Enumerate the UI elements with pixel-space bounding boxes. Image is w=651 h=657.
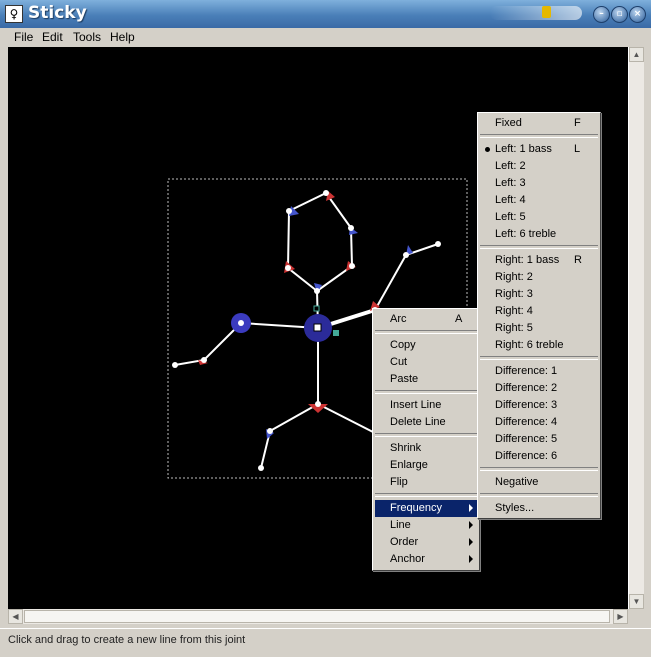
checked-bullet-icon xyxy=(485,147,490,152)
menu-item-difference-4[interactable]: Difference: 4 xyxy=(480,414,598,431)
scroll-down-arrow[interactable]: ▼ xyxy=(629,594,644,609)
left-forearm-line[interactable] xyxy=(174,322,242,366)
control-point-handle[interactable] xyxy=(333,330,339,336)
title-bar[interactable]: ♀ Sticky – ▫ × xyxy=(0,0,651,29)
menu-item-right-2[interactable]: Right: 2 xyxy=(480,269,598,286)
menu-item-copy[interactable]: Copy xyxy=(375,337,477,354)
vertical-scrollbar[interactable]: ▲ ▼ xyxy=(628,47,644,609)
menu-separator xyxy=(480,245,598,249)
scroll-right-arrow[interactable]: ▶ xyxy=(613,609,628,624)
menu-item-left-2[interactable]: Left: 2 xyxy=(480,158,598,175)
scroll-left-arrow[interactable]: ◀ xyxy=(8,609,23,624)
menu-item-difference-2[interactable]: Difference: 2 xyxy=(480,380,598,397)
minimize-button[interactable]: – xyxy=(593,6,610,23)
joint[interactable] xyxy=(403,252,409,258)
menu-item-left-3[interactable]: Left: 3 xyxy=(480,175,598,192)
menu-item-arc[interactable]: Arc A xyxy=(375,311,477,328)
joint[interactable] xyxy=(348,225,354,231)
menu-item-right-6[interactable]: Right: 6 treble xyxy=(480,337,598,354)
control-point-handle[interactable] xyxy=(313,305,320,312)
submenu-arrow-icon xyxy=(469,521,473,529)
menu-separator xyxy=(480,356,598,360)
menu-item-left-5[interactable]: Left: 5 xyxy=(480,209,598,226)
menu-separator xyxy=(375,330,477,334)
joint[interactable] xyxy=(285,265,291,271)
menu-item-difference-1[interactable]: Difference: 1 xyxy=(480,363,598,380)
joint[interactable] xyxy=(201,357,207,363)
menu-tools[interactable]: Tools xyxy=(73,30,101,44)
menu-item-cut[interactable]: Cut xyxy=(375,354,477,371)
title-decoration xyxy=(490,6,582,20)
menu-item-difference-5[interactable]: Difference: 5 xyxy=(480,431,598,448)
menu-item-line[interactable]: Line xyxy=(375,517,477,534)
menu-item-left-1[interactable]: Left: 1 bass L xyxy=(480,141,598,158)
close-button[interactable]: × xyxy=(629,6,646,23)
menu-item-flip[interactable]: Flip xyxy=(375,474,477,491)
menu-item-enlarge[interactable]: Enlarge xyxy=(375,457,477,474)
joint[interactable] xyxy=(315,401,321,407)
menu-item-difference-6[interactable]: Difference: 6 xyxy=(480,448,598,465)
selected-joint-handle[interactable] xyxy=(313,323,322,332)
menu-item-difference-3[interactable]: Difference: 3 xyxy=(480,397,598,414)
frequency-submenu: Fixed F Left: 1 bass L Left: 2 Left: 3 Lef… xyxy=(477,112,601,519)
joint[interactable] xyxy=(349,263,355,269)
menu-help[interactable]: Help xyxy=(110,30,135,44)
menu-item-left-4[interactable]: Left: 4 xyxy=(480,192,598,209)
status-bar: Click and drag to create a new line from… xyxy=(0,628,651,657)
menu-item-fixed[interactable]: Fixed F xyxy=(480,115,598,132)
menu-separator xyxy=(480,134,598,138)
joint[interactable] xyxy=(258,465,264,471)
menu-item-right-3[interactable]: Right: 3 xyxy=(480,286,598,303)
submenu-arrow-icon xyxy=(469,504,473,512)
menu-item-frequency[interactable]: Frequency xyxy=(375,500,477,517)
menu-separator xyxy=(480,467,598,471)
menu-file[interactable]: File xyxy=(14,30,33,44)
joint[interactable] xyxy=(435,241,441,247)
menu-item-right-1[interactable]: Right: 1 bass R xyxy=(480,252,598,269)
joint[interactable] xyxy=(238,320,244,326)
menu-item-styles[interactable]: Styles... xyxy=(480,500,598,517)
joint[interactable] xyxy=(172,362,178,368)
horizontal-scrollbar[interactable]: ◀ ▶ xyxy=(8,609,628,624)
joint[interactable] xyxy=(286,208,292,214)
menu-item-anchor[interactable]: Anchor xyxy=(375,551,477,568)
joint[interactable] xyxy=(267,428,273,434)
menu-item-negative[interactable]: Negative xyxy=(480,474,598,491)
submenu-arrow-icon xyxy=(469,555,473,563)
menu-item-paste[interactable]: Paste xyxy=(375,371,477,388)
head-polygon[interactable] xyxy=(286,191,354,292)
menu-separator xyxy=(375,390,477,394)
menu-item-delete-line[interactable]: Delete Line xyxy=(375,414,477,431)
scroll-up-arrow[interactable]: ▲ xyxy=(629,47,644,62)
status-text: Click and drag to create a new line from… xyxy=(8,634,246,646)
menu-item-left-6[interactable]: Left: 6 treble xyxy=(480,226,598,243)
menu-item-right-4[interactable]: Right: 4 xyxy=(480,303,598,320)
right-leg-line[interactable] xyxy=(317,403,374,433)
menu-separator xyxy=(480,493,598,497)
maximize-button[interactable]: ▫ xyxy=(611,6,628,23)
menu-separator xyxy=(375,493,477,497)
window-title: Sticky xyxy=(28,3,87,23)
stick-figure-app-icon[interactable]: ♀ xyxy=(5,5,23,23)
joint[interactable] xyxy=(314,288,320,294)
menu-edit[interactable]: Edit xyxy=(42,30,63,44)
horizontal-scroll-thumb[interactable] xyxy=(24,610,610,623)
joint[interactable] xyxy=(323,190,329,196)
menu-item-insert-line[interactable]: Insert Line xyxy=(375,397,477,414)
menu-item-right-5[interactable]: Right: 5 xyxy=(480,320,598,337)
lock-icon xyxy=(542,6,551,18)
menu-item-shrink[interactable]: Shrink xyxy=(375,440,477,457)
menu-separator xyxy=(375,433,477,437)
context-menu: Arc A Copy Cut Paste Insert Line Delete L… xyxy=(372,308,480,571)
menu-bar: File Edit Tools Help xyxy=(0,28,651,46)
submenu-arrow-icon xyxy=(469,538,473,546)
menu-item-order[interactable]: Order xyxy=(375,534,477,551)
